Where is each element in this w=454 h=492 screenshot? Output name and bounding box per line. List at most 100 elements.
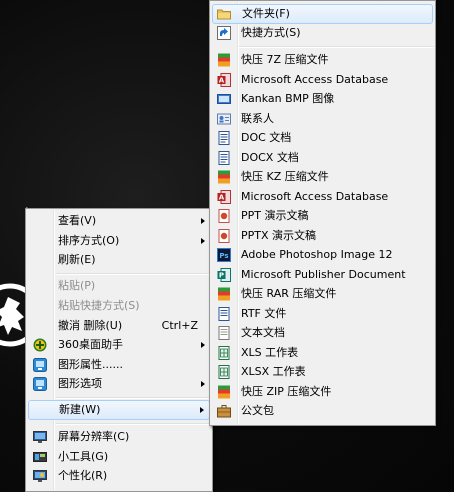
menu-separator <box>56 397 210 399</box>
menu-item-view[interactable]: 查看(V) <box>28 211 210 231</box>
access-icon: A <box>217 190 231 204</box>
menu-separator <box>56 273 210 275</box>
submenu-item-label: DOC 文档 <box>241 131 292 144</box>
shortcut-text: Ctrl+Z <box>161 319 198 332</box>
submenu-item-label: 快压 RAR 压缩文件 <box>241 287 337 300</box>
submenu-item-label: 快捷方式(S) <box>241 26 301 39</box>
new-item-bmp-image[interactable]: Kankan BMP 图像 <box>212 89 433 109</box>
menu-item-paste-shortcut[interactable]: 粘贴快捷方式(S) <box>28 296 210 316</box>
new-item-photoshop-image[interactable]: Ps Adobe Photoshop Image 12 <box>212 245 433 265</box>
new-item-ppt[interactable]: PPT 演示文稿 <box>212 206 433 226</box>
new-item-access-database-2[interactable]: A Microsoft Access Database <box>212 187 433 207</box>
submenu-item-label: 联系人 <box>241 112 274 125</box>
menu-item-sort-by[interactable]: 排序方式(O) <box>28 231 210 251</box>
new-item-contact[interactable]: 联系人 <box>212 109 433 129</box>
contact-icon <box>217 113 231 125</box>
menu-item-personalize[interactable]: 个性化(R) <box>28 466 210 486</box>
new-item-publisher-document[interactable]: P Microsoft Publisher Document <box>212 265 433 285</box>
new-item-text-document[interactable]: 文本文档 <box>212 323 433 343</box>
submenu-item-label: PPTX 演示文稿 <box>241 229 317 242</box>
menu-item-label: 个性化(R) <box>58 469 108 482</box>
menu-item-label: 刷新(E) <box>58 253 96 266</box>
menu-item-label: 图形选项 <box>58 377 102 390</box>
submenu-item-label: PPT 演示文稿 <box>241 209 309 222</box>
gadgets-icon <box>33 452 47 462</box>
submenu-arrow-icon <box>200 407 204 413</box>
xls-icon <box>218 346 230 360</box>
new-item-rar-archive[interactable]: 快压 RAR 压缩文件 <box>212 284 433 304</box>
graphics-properties-icon <box>33 358 47 372</box>
submenu-item-label: DOCX 文档 <box>241 151 299 164</box>
menu-item-graphics-properties[interactable]: 图形属性...... <box>28 355 210 375</box>
menu-item-refresh[interactable]: 刷新(E) <box>28 250 210 270</box>
new-item-folder[interactable]: 文件夹(F) <box>212 4 433 24</box>
submenu-item-label: Adobe Photoshop Image 12 <box>241 248 393 261</box>
bmp-image-icon <box>217 94 231 104</box>
submenu-item-label: 快压 7Z 压缩文件 <box>241 53 329 66</box>
submenu-separator <box>239 46 433 48</box>
photoshop-icon: Ps <box>217 248 231 262</box>
graphics-options-icon <box>33 377 47 391</box>
new-item-zip-archive[interactable]: 快压 ZIP 压缩文件 <box>212 382 433 402</box>
new-item-doc[interactable]: DOC 文档 <box>212 128 433 148</box>
archive-kz-icon <box>218 170 230 184</box>
briefcase-icon <box>217 405 231 418</box>
archive-7z-icon <box>218 53 230 67</box>
svg-text:P: P <box>219 272 224 280</box>
new-item-briefcase[interactable]: 公文包 <box>212 401 433 421</box>
submenu-item-label: Microsoft Access Database <box>241 190 389 203</box>
desktop-context-menu: 查看(V) 排序方式(O) 刷新(E) 粘贴(P) 粘贴快捷方式(S) 撤消 删… <box>25 208 213 492</box>
svg-text:A: A <box>219 194 225 202</box>
desktop: { "colors": { "menu_bg": "#f0f0f0", "hov… <box>0 0 454 492</box>
new-item-docx[interactable]: DOCX 文档 <box>212 148 433 168</box>
menu-item-graphics-options[interactable]: 图形选项 <box>28 374 210 394</box>
submenu-item-label: XLS 工作表 <box>241 346 299 359</box>
submenu-item-label: Microsoft Access Database <box>241 73 389 86</box>
menu-item-label: 排序方式(O) <box>58 234 120 247</box>
menu-item-undo-delete[interactable]: 撤消 删除(U) Ctrl+Z <box>28 316 210 336</box>
submenu-item-label: 公文包 <box>241 404 274 417</box>
new-item-xls[interactable]: XLS 工作表 <box>212 343 433 363</box>
new-item-access-database[interactable]: A Microsoft Access Database <box>212 70 433 90</box>
new-item-kz-archive[interactable]: 快压 KZ 压缩文件 <box>212 167 433 187</box>
doc-icon <box>218 131 230 145</box>
menu-item-label: 图形属性...... <box>58 358 123 371</box>
menu-item-360-assistant[interactable]: 360桌面助手 <box>28 335 210 355</box>
svg-text:Ps: Ps <box>219 252 228 260</box>
submenu-item-label: Microsoft Publisher Document <box>241 268 406 281</box>
menu-item-screen-resolution[interactable]: 屏幕分辨率(C) <box>28 427 210 447</box>
menu-item-label: 粘贴(P) <box>58 279 96 292</box>
menu-item-label: 撤消 删除(U) <box>58 319 123 332</box>
submenu-item-label: 文件夹(F) <box>242 7 290 20</box>
menu-item-paste[interactable]: 粘贴(P) <box>28 276 210 296</box>
submenu-arrow-icon <box>201 381 205 387</box>
submenu-item-label: 快压 KZ 压缩文件 <box>241 170 329 183</box>
publisher-icon: P <box>217 268 231 282</box>
access-icon: A <box>217 73 231 87</box>
submenu-item-label: 文本文档 <box>241 326 285 339</box>
docx-icon <box>218 151 230 165</box>
menu-item-gadgets[interactable]: 小工具(G) <box>28 447 210 467</box>
menu-item-label: 粘贴快捷方式(S) <box>58 299 140 312</box>
submenu-arrow-icon <box>201 238 205 244</box>
ppt-icon <box>218 209 230 223</box>
new-item-rtf[interactable]: RTF 文件 <box>212 304 433 324</box>
menu-item-label: 查看(V) <box>58 214 97 227</box>
archive-zip-icon <box>218 385 230 399</box>
menu-separator <box>56 423 210 425</box>
archive-rar-icon <box>218 287 230 301</box>
new-item-pptx[interactable]: PPTX 演示文稿 <box>212 226 433 246</box>
new-item-7z-archive[interactable]: 快压 7Z 压缩文件 <box>212 50 433 70</box>
xlsx-icon <box>218 365 230 379</box>
submenu-item-label: 快压 ZIP 压缩文件 <box>241 385 332 398</box>
new-item-xlsx[interactable]: XLSX 工作表 <box>212 362 433 382</box>
360-plus-icon <box>33 338 47 352</box>
new-item-shortcut[interactable]: 快捷方式(S) <box>212 23 433 43</box>
submenu-item-label: RTF 文件 <box>241 307 287 320</box>
screen-resolution-icon <box>33 431 47 443</box>
new-submenu: 文件夹(F) 快捷方式(S) 快压 7Z 压缩文件 A Microsoft Ac… <box>209 0 436 426</box>
submenu-arrow-icon <box>201 342 205 348</box>
pptx-icon <box>218 229 230 243</box>
menu-item-label: 屏幕分辨率(C) <box>58 430 130 443</box>
menu-item-new[interactable]: 新建(W) <box>28 400 210 420</box>
